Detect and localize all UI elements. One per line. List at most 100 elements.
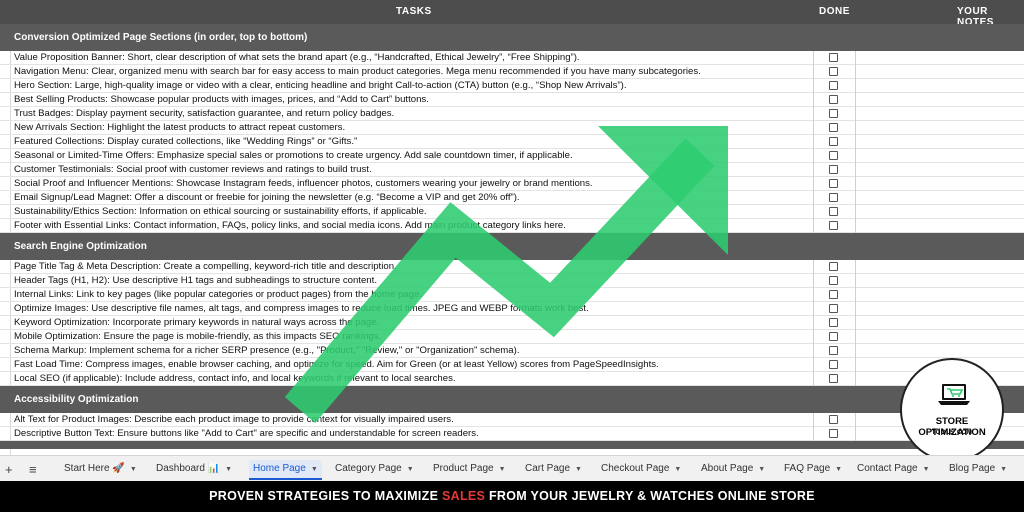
chevron-down-icon[interactable]: ▼ xyxy=(575,466,582,473)
task-text[interactable]: Mobile Optimization: Ensure the page is … xyxy=(14,331,381,342)
chevron-down-icon[interactable]: ▼ xyxy=(130,466,137,473)
task-text[interactable]: Social Proof and Influencer Mentions: Sh… xyxy=(14,178,593,189)
task-row[interactable]: Value Proposition Banner: Short, clear d… xyxy=(0,51,1024,65)
done-checkbox[interactable] xyxy=(829,346,838,355)
notes-cell[interactable] xyxy=(856,344,1024,358)
notes-cell[interactable] xyxy=(856,274,1024,288)
done-checkbox[interactable] xyxy=(829,109,838,118)
sheet-tab[interactable]: Checkout Page ▼ xyxy=(597,460,685,478)
task-row[interactable]: Seasonal or Limited-Time Offers: Emphasi… xyxy=(0,149,1024,163)
task-row[interactable]: Trust Badges: Display payment security, … xyxy=(0,107,1024,121)
sheet-tab[interactable]: Start Here 🚀 ▼ xyxy=(60,460,141,478)
task-text[interactable]: Seasonal or Limited-Time Offers: Emphasi… xyxy=(14,150,573,161)
task-text[interactable]: Fast Load Time: Compress images, enable … xyxy=(14,359,659,370)
notes-cell[interactable] xyxy=(856,51,1024,65)
task-row[interactable]: Schema Markup: Implement schema for a ri… xyxy=(0,344,1024,358)
task-row[interactable]: Header Tags (H1, H2): Use descriptive H1… xyxy=(0,274,1024,288)
notes-cell[interactable] xyxy=(856,330,1024,344)
done-checkbox[interactable] xyxy=(829,165,838,174)
task-text[interactable]: Trust Badges: Display payment security, … xyxy=(14,108,394,119)
task-row[interactable]: Social Proof and Influencer Mentions: Sh… xyxy=(0,177,1024,191)
task-row[interactable]: Local SEO (if applicable): Include addre… xyxy=(0,372,1024,386)
section-header[interactable]: Conversion Optimized Page Sections (in o… xyxy=(0,24,1024,51)
sheet-tab[interactable]: About Page ▼ xyxy=(697,460,769,478)
add-sheet-button[interactable]: + xyxy=(5,462,13,477)
chevron-down-icon[interactable]: ▼ xyxy=(407,466,414,473)
chevron-down-icon[interactable]: ▼ xyxy=(923,466,930,473)
task-text[interactable]: Customer Testimonials: Social proof with… xyxy=(14,164,372,175)
done-checkbox[interactable] xyxy=(829,262,838,271)
chevron-down-icon[interactable]: ▼ xyxy=(1000,466,1007,473)
notes-cell[interactable] xyxy=(856,79,1024,93)
all-sheets-menu-icon[interactable]: ≡ xyxy=(29,462,37,477)
notes-cell[interactable] xyxy=(856,121,1024,135)
done-checkbox[interactable] xyxy=(829,67,838,76)
sheet-tab[interactable]: Dashboard 📊 ▼ xyxy=(152,460,236,478)
task-text[interactable]: Optimize Images: Use descriptive file na… xyxy=(14,303,589,314)
task-row[interactable]: Hero Section: Large, high-quality image … xyxy=(0,79,1024,93)
chevron-down-icon[interactable]: ▼ xyxy=(311,466,318,473)
section-header[interactable]: Search Engine Optimization xyxy=(0,233,1024,260)
task-text[interactable]: Descriptive Button Text: Ensure buttons … xyxy=(14,428,479,439)
task-row[interactable]: Customer Testimonials: Social proof with… xyxy=(0,163,1024,177)
task-row[interactable]: Page Title Tag & Meta Description: Creat… xyxy=(0,260,1024,274)
task-text[interactable]: Keyword Optimization: Incorporate primar… xyxy=(14,317,379,328)
task-text[interactable]: Featured Collections: Display curated co… xyxy=(14,136,357,147)
done-checkbox[interactable] xyxy=(829,221,838,230)
notes-cell[interactable] xyxy=(856,135,1024,149)
sheet-tab[interactable]: Blog Page ▼ xyxy=(945,460,1011,478)
done-checkbox[interactable] xyxy=(829,290,838,299)
chevron-down-icon[interactable]: ▼ xyxy=(225,466,232,473)
task-text[interactable]: Navigation Menu: Clear, organized menu w… xyxy=(14,66,701,77)
task-text[interactable]: Sustainability/Ethics Section: Informati… xyxy=(14,206,427,217)
chevron-down-icon[interactable]: ▼ xyxy=(758,466,765,473)
task-row[interactable]: Sustainability/Ethics Section: Informati… xyxy=(0,205,1024,219)
task-row[interactable]: Best Selling Products: Showcase popular … xyxy=(0,93,1024,107)
task-row[interactable]: Footer with Essential Links: Contact inf… xyxy=(0,219,1024,233)
notes-cell[interactable] xyxy=(856,302,1024,316)
task-row[interactable]: Mobile Optimization: Ensure the page is … xyxy=(0,330,1024,344)
task-row[interactable]: Descriptive Button Text: Ensure buttons … xyxy=(0,427,1024,441)
task-row[interactable]: Navigation Menu: Clear, organized menu w… xyxy=(0,65,1024,79)
notes-cell[interactable] xyxy=(856,191,1024,205)
sheet-tab[interactable]: Product Page ▼ xyxy=(429,460,510,478)
notes-cell[interactable] xyxy=(856,316,1024,330)
done-checkbox[interactable] xyxy=(829,332,838,341)
task-text[interactable]: Internal Links: Link to key pages (like … xyxy=(14,289,422,300)
done-checkbox[interactable] xyxy=(829,123,838,132)
sheet-tab[interactable]: Home Page ▼ xyxy=(249,460,322,480)
chevron-down-icon[interactable]: ▼ xyxy=(835,466,842,473)
task-text[interactable]: Schema Markup: Implement schema for a ri… xyxy=(14,345,519,356)
tasks-column-header[interactable]: TASKS xyxy=(396,6,432,17)
task-text[interactable]: Header Tags (H1, H2): Use descriptive H1… xyxy=(14,275,377,286)
task-text[interactable]: Local SEO (if applicable): Include addre… xyxy=(14,373,456,384)
sheet-tab[interactable]: Cart Page ▼ xyxy=(521,460,586,478)
task-row[interactable]: Internal Links: Link to key pages (like … xyxy=(0,288,1024,302)
notes-cell[interactable] xyxy=(856,65,1024,79)
notes-cell[interactable] xyxy=(856,205,1024,219)
done-checkbox[interactable] xyxy=(829,137,838,146)
notes-cell[interactable] xyxy=(856,260,1024,274)
chevron-down-icon[interactable]: ▼ xyxy=(499,466,506,473)
task-text[interactable]: Footer with Essential Links: Contact inf… xyxy=(14,220,566,231)
task-text[interactable]: Hero Section: Large, high-quality image … xyxy=(14,80,627,91)
done-checkbox[interactable] xyxy=(829,151,838,160)
sheet-tab[interactable]: Contact Page ▼ xyxy=(853,460,934,478)
done-checkbox[interactable] xyxy=(829,318,838,327)
done-checkbox[interactable] xyxy=(829,53,838,62)
task-row[interactable]: Keyword Optimization: Incorporate primar… xyxy=(0,316,1024,330)
task-row[interactable]: Fast Load Time: Compress images, enable … xyxy=(0,358,1024,372)
notes-cell[interactable] xyxy=(856,107,1024,121)
notes-cell[interactable] xyxy=(856,149,1024,163)
task-text[interactable]: Page Title Tag & Meta Description: Creat… xyxy=(14,261,397,272)
sheet-tab[interactable]: FAQ Page ▼ xyxy=(780,460,846,478)
done-checkbox[interactable] xyxy=(829,207,838,216)
notes-cell[interactable] xyxy=(856,177,1024,191)
chevron-down-icon[interactable]: ▼ xyxy=(674,466,681,473)
done-column-header[interactable]: DONE xyxy=(819,6,850,17)
task-text[interactable]: Value Proposition Banner: Short, clear d… xyxy=(14,52,580,63)
task-text[interactable]: Best Selling Products: Showcase popular … xyxy=(14,94,429,105)
done-checkbox[interactable] xyxy=(829,179,838,188)
section-header[interactable]: Accessibility Optimization xyxy=(0,386,1024,413)
sheet-tab[interactable]: Category Page ▼ xyxy=(331,460,418,478)
